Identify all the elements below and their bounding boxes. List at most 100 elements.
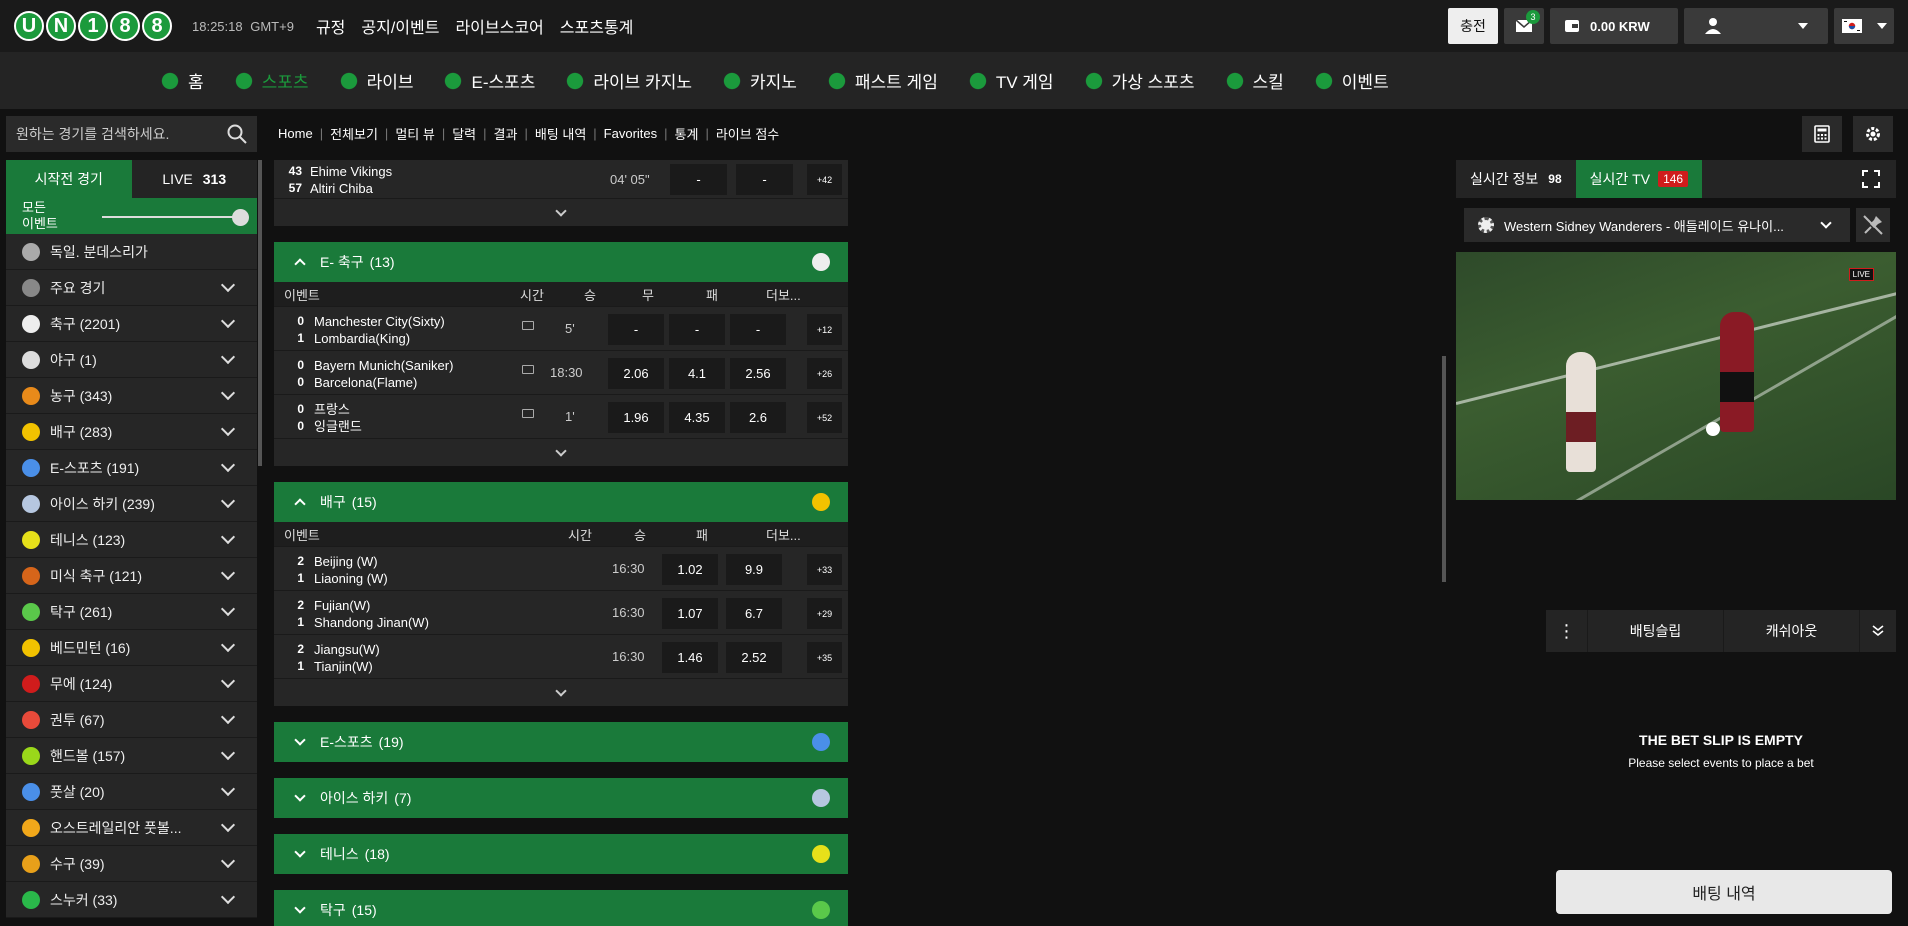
tab-live-info[interactable]: 실시간 정보 98 (1456, 160, 1576, 198)
sidebar-sport-item[interactable]: 무에 (124) (6, 666, 257, 702)
breadcrumb-link[interactable]: 결과 (494, 124, 518, 143)
sidebar-sport-item[interactable]: 농구 (343) (6, 378, 257, 414)
more-markets-button[interactable]: +33 (807, 554, 842, 585)
odds-button[interactable]: 2.56 (730, 358, 786, 389)
sidebar-sport-item[interactable]: 축구 (2201) (6, 306, 257, 342)
tab-live-tv[interactable]: 실시간 TV 146 (1575, 160, 1703, 198)
top-nav-link[interactable]: 스포츠통계 (560, 14, 634, 38)
table-row[interactable]: 2 Beijing (W) 1 Liaoning (W) 16:30 1.02 9.9 +33 (274, 546, 848, 590)
main-nav-item[interactable]: 가상 스포츠 (1083, 68, 1195, 93)
odds-button[interactable]: - (608, 314, 664, 345)
tab-live[interactable]: LIVE 313 (131, 160, 257, 198)
expand-more-button[interactable] (274, 678, 848, 706)
odds-button[interactable]: - (670, 164, 727, 195)
live-video-player[interactable]: LIVE (1456, 252, 1896, 500)
more-markets-button[interactable]: +42 (807, 164, 842, 195)
betslip-menu-button[interactable]: ⋮ (1546, 610, 1588, 652)
odds-button[interactable]: 2.06 (608, 358, 664, 389)
odds-button[interactable]: 4.1 (669, 358, 725, 389)
table-row[interactable]: 0 Bayern Munich(Saniker) 0 Barcelona(Flame)… (274, 350, 848, 394)
top-nav-link[interactable]: 규정 (316, 14, 345, 38)
fullscreen-button[interactable] (1846, 160, 1896, 198)
expand-more-button[interactable] (274, 438, 848, 466)
breadcrumb-link[interactable]: 달력 (452, 124, 476, 143)
odds-button[interactable]: 2.52 (726, 642, 782, 673)
live-match-select[interactable]: Western Sidney Wanderers - 애들레이드 유나이... (1464, 208, 1850, 242)
sport-section-header[interactable]: 탁구 (15) (274, 890, 848, 926)
language-select[interactable] (1834, 8, 1894, 44)
sidebar-sport-item[interactable]: 풋살 (20) (6, 774, 257, 810)
content-scrollbar[interactable] (1442, 356, 1446, 582)
odds-button[interactable]: - (669, 314, 725, 345)
sidebar-sport-item[interactable]: 배구 (283) (6, 414, 257, 450)
more-markets-button[interactable]: +35 (807, 642, 842, 673)
odds-button[interactable]: 1.96 (608, 402, 664, 433)
settings-button[interactable] (1853, 116, 1893, 152)
sport-section-header[interactable]: 배구 (15) (274, 482, 848, 522)
odds-button[interactable]: 1.46 (662, 642, 718, 673)
breadcrumb-link[interactable]: 멀티 뷰 (395, 124, 435, 143)
wallet-button[interactable]: 0.00 KRW (1550, 8, 1678, 44)
main-nav-item[interactable]: 이벤트 (1313, 68, 1389, 93)
main-nav-item[interactable]: 패스트 게임 (826, 68, 938, 93)
sidebar-sport-item[interactable]: E-스포츠 (191) (6, 450, 257, 486)
odds-button[interactable]: - (730, 314, 786, 345)
sidebar-sport-item[interactable]: 스누커 (33) (6, 882, 257, 918)
breadcrumb-link[interactable]: 전체보기 (330, 124, 378, 143)
table-row[interactable]: 2 Fujian(W) 1 Shandong Jinan(W) 16:30 1.07 6.7… (274, 590, 848, 634)
sport-section-header[interactable]: E- 축구 (13) (274, 242, 848, 282)
sidebar-scrollbar[interactable] (258, 160, 262, 466)
site-logo[interactable]: UN188 (14, 11, 172, 41)
odds-button[interactable]: 6.7 (726, 598, 782, 629)
pin-video-button[interactable] (1856, 208, 1890, 242)
collapse-betslip-button[interactable] (1860, 625, 1896, 637)
more-markets-button[interactable]: +52 (807, 402, 842, 433)
breadcrumb-link[interactable]: Favorites (604, 126, 657, 141)
charge-button[interactable]: 충전 (1448, 8, 1498, 44)
sidebar-sport-item[interactable]: 주요 경기 (6, 270, 257, 306)
odds-button[interactable]: 2.6 (730, 402, 786, 433)
bet-history-button[interactable]: 배팅 내역 (1556, 870, 1892, 914)
tab-prematch[interactable]: 시작전 경기 (6, 160, 132, 198)
more-markets-button[interactable]: +26 (807, 358, 842, 389)
main-nav-item[interactable]: 홈 (160, 68, 204, 93)
breadcrumb-link[interactable]: 배팅 내역 (535, 124, 586, 143)
sport-section-header[interactable]: E-스포츠 (19) (274, 722, 848, 762)
sidebar-sport-item[interactable]: 베드민턴 (16) (6, 630, 257, 666)
sport-section-header[interactable]: 테니스 (18) (274, 834, 848, 874)
main-nav-item[interactable]: 카지노 (721, 68, 797, 93)
sidebar-sport-item[interactable]: 수구 (39) (6, 846, 257, 882)
breadcrumb-link[interactable]: Home (278, 126, 313, 141)
top-nav-link[interactable]: 공지/이벤트 (361, 14, 439, 38)
main-nav-item[interactable]: E-스포츠 (443, 68, 535, 93)
table-row[interactable]: 0 Manchester City(Sixty) 1 Lombardia(King) 5… (274, 306, 848, 350)
top-nav-link[interactable]: 라이브스코어 (455, 14, 543, 38)
odds-button[interactable]: 4.35 (669, 402, 725, 433)
odds-button[interactable]: - (736, 164, 793, 195)
main-nav-item[interactable]: TV 게임 (967, 68, 1054, 93)
main-nav-item[interactable]: 라이브 카지노 (565, 68, 692, 93)
sidebar-sport-item[interactable]: 테니스 (123) (6, 522, 257, 558)
sport-section-header[interactable]: 아이스 하키 (7) (274, 778, 848, 818)
odds-button[interactable]: 1.07 (662, 598, 718, 629)
odds-button[interactable]: 1.02 (662, 554, 718, 585)
sidebar-sport-item[interactable]: 오스트레일리안 풋볼... (6, 810, 257, 846)
sidebar-sport-item[interactable]: 독일. 분데스리가 (6, 234, 257, 270)
sidebar-sport-item[interactable]: 권투 (67) (6, 702, 257, 738)
time-slider-track[interactable] (102, 216, 242, 218)
table-row[interactable]: 43 Ehime Vikings 57 Altiri Chiba 04' 05" -… (274, 160, 848, 198)
calculator-button[interactable] (1802, 116, 1842, 152)
main-nav-item[interactable]: 라이브 (338, 68, 413, 93)
search-input[interactable]: 원하는 경기를 검색하세요. (6, 116, 257, 152)
odds-button[interactable]: 9.9 (726, 554, 782, 585)
main-nav-item[interactable]: 스포츠 (233, 68, 309, 93)
expand-more-button[interactable] (274, 198, 848, 226)
search-icon[interactable] (227, 124, 247, 144)
breadcrumb-link[interactable]: 통계 (675, 124, 699, 143)
tab-betslip[interactable]: 배팅슬립 (1588, 610, 1724, 652)
table-row[interactable]: 2 Jiangsu(W) 1 Tianjin(W) 16:30 1.46 2.52 +35 (274, 634, 848, 678)
table-row[interactable]: 0 프랑스 0 잉글랜드 1' 1.96 4.35 2.6 +52 (274, 394, 848, 438)
sidebar-sport-item[interactable]: 탁구 (261) (6, 594, 257, 630)
user-menu-button[interactable] (1684, 8, 1828, 44)
time-slider-handle[interactable] (232, 209, 249, 226)
